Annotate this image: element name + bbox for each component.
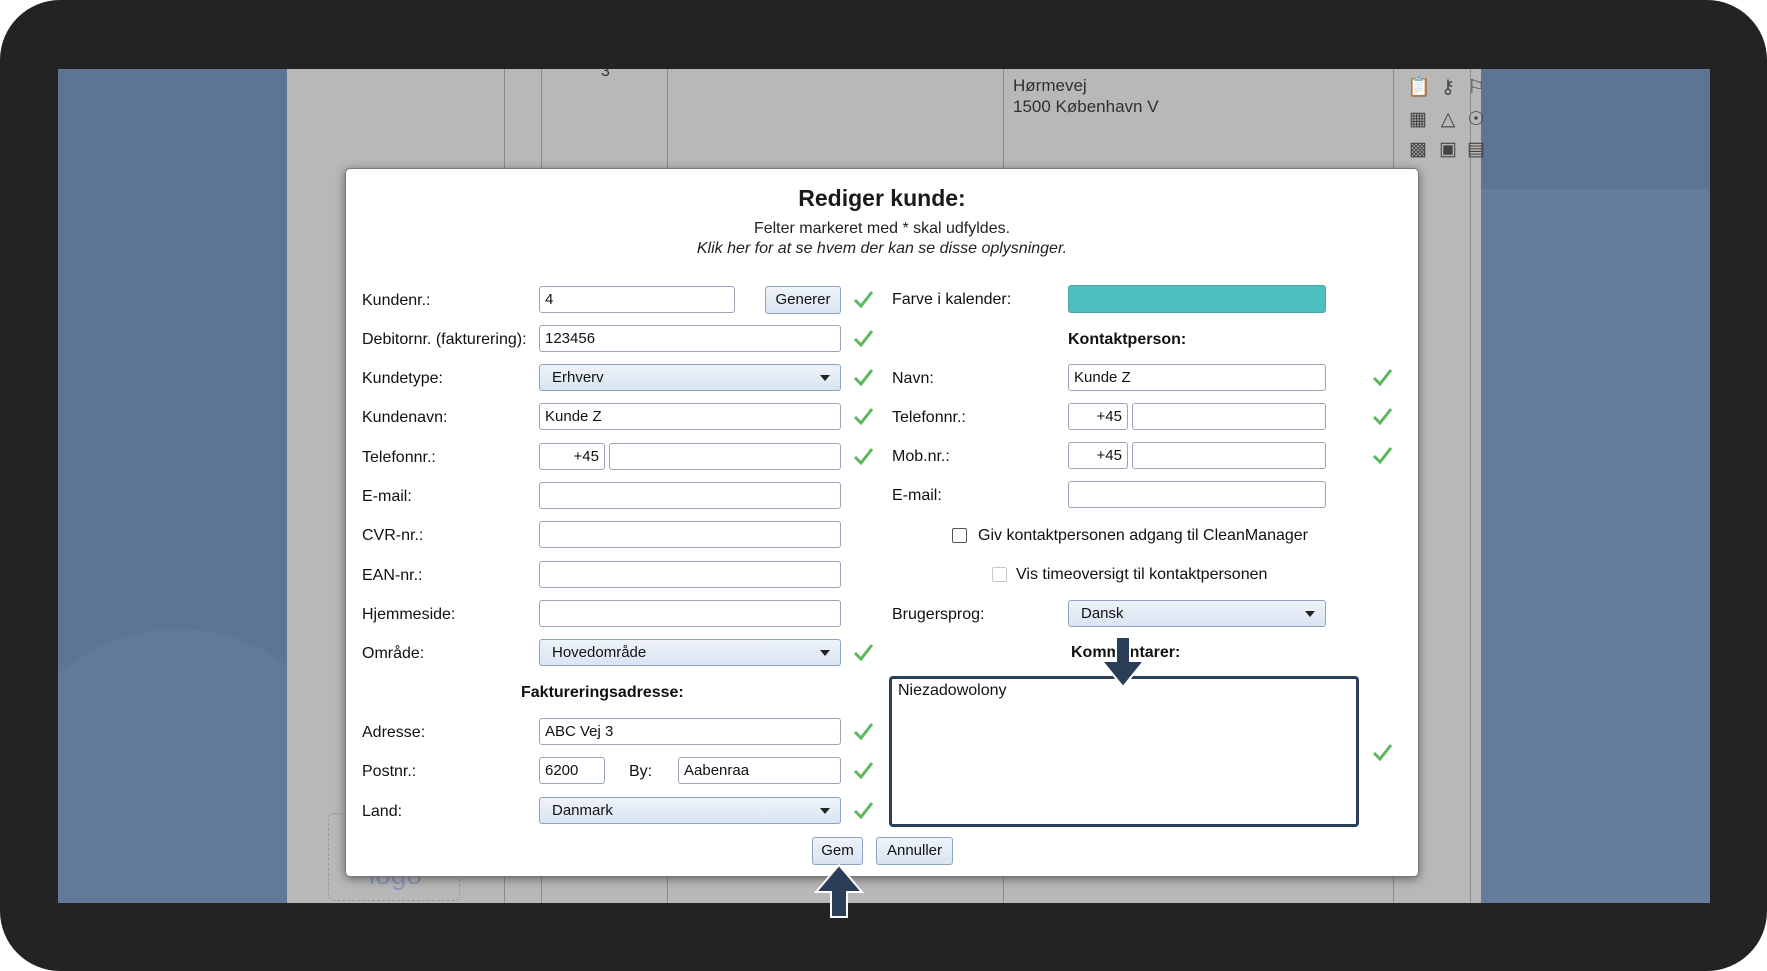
chevron-down-icon [1305,611,1315,617]
customer-type-value: Erhverv [552,369,604,386]
tag-icon[interactable]: ⚐ [1465,77,1487,99]
cvr-label: CVR-nr.: [362,527,424,544]
check-icon [853,291,874,309]
check-icon [1372,369,1393,387]
contact-phone-prefix-input[interactable] [1068,403,1128,430]
timesheet-checkbox-label: Vis timeoversigt til kontaktpersonen [1016,566,1268,583]
user-language-value: Dansk [1081,605,1124,622]
check-icon [853,802,874,820]
address-line: Hørmevej [1013,76,1087,95]
grid-line [1470,69,1471,903]
arrow-down-icon [1099,636,1147,689]
timesheet-checkbox[interactable] [992,567,1007,582]
edit-customer-dialog: Rediger kunde: Felter markeret med * ska… [345,168,1419,877]
generate-button[interactable]: Generer [765,286,841,314]
check-icon [1372,744,1393,762]
key-icon[interactable]: ⚷ [1437,77,1459,99]
website-input[interactable] [539,600,841,627]
lock-icon[interactable]: ▣ [1437,139,1459,161]
arrow-up-icon [813,863,865,918]
user-language-select[interactable]: Dansk [1068,600,1326,627]
address-input[interactable] [539,718,841,745]
contact-name-input[interactable] [1068,364,1326,391]
customer-number-label: Kundenr.: [362,292,431,309]
area-value: Hovedområde [552,644,647,661]
chevron-down-icon [820,808,830,814]
email-input[interactable] [539,482,841,509]
area-select[interactable]: Hovedområde [539,639,841,666]
customer-name-input[interactable] [539,403,841,430]
contact-phone-input[interactable] [1132,403,1326,430]
check-icon [853,723,874,741]
customer-type-label: Kundetype: [362,370,443,387]
postal-code-input[interactable] [539,757,605,784]
users-icon[interactable]: ☉ [1465,109,1487,131]
qr-code-icon[interactable]: ▩ [1407,139,1429,161]
country-value: Danmark [552,802,613,819]
cvr-input[interactable] [539,521,841,548]
dialog-title: Rediger kunde: [798,185,966,211]
cancel-button[interactable]: Annuller [876,837,953,865]
required-fields-note: Felter markeret med * skal udfyldes. [753,220,1011,237]
contact-name-label: Navn: [892,370,934,387]
check-icon [853,369,874,387]
debtor-number-input[interactable] [539,325,841,352]
contact-phone-label: Telefonnr.: [892,409,966,426]
device-frame: 3 Hørmevej 1500 København V 📋 ⚷ ⚐ ▦ △ ☉ … [0,0,1767,971]
contact-mobile-input[interactable] [1132,442,1326,469]
billing-address-header: Faktureringsadresse: [521,684,684,701]
customer-name-label: Kundenavn: [362,409,448,426]
chevron-down-icon [820,650,830,656]
debtor-number-label: Debitornr. (fakturering): [362,331,527,348]
calendar-icon[interactable]: ▦ [1407,109,1429,131]
contact-mobile-prefix-input[interactable] [1068,442,1128,469]
address-label: Adresse: [362,724,426,741]
contact-email-input[interactable] [1068,481,1326,508]
check-icon [853,408,874,426]
country-label: Land: [362,803,403,820]
check-icon [1372,447,1393,465]
calendar-color-swatch[interactable] [1068,285,1326,313]
address-text: Hørmevej 1500 København V [1013,75,1159,117]
city-input[interactable] [678,757,841,784]
ean-label: EAN-nr.: [362,567,423,584]
check-icon [853,644,874,662]
check-icon [853,448,874,466]
area-label: Område: [362,645,425,662]
phone-prefix-input[interactable] [539,443,605,470]
customer-number-input[interactable] [539,286,735,313]
country-select[interactable]: Danmark [539,797,841,824]
user-language-label: Brugersprog: [892,606,985,623]
phone-label: Telefonnr.: [362,449,436,466]
phone-input[interactable] [609,443,841,470]
check-icon [853,330,874,348]
documents-icon[interactable]: ▤ [1465,139,1487,161]
check-icon [853,762,874,780]
comments-textarea[interactable]: Niezadowolony [889,676,1359,827]
clipboard-icon[interactable]: 📋 [1407,77,1431,99]
email-label: E-mail: [362,488,412,505]
contact-mobile-label: Mob.nr.: [892,448,950,465]
website-label: Hjemmeside: [362,606,456,623]
customer-type-select[interactable]: Erhverv [539,364,841,391]
postal-code-label: Postnr.: [362,763,417,780]
address-line: 1500 København V [1013,97,1159,116]
calendar-color-label: Farve i kalender: [892,291,1012,308]
visibility-info-link[interactable]: Klik her for at se hvem der kan se disse… [346,240,1418,258]
bell-icon[interactable]: △ [1437,109,1459,131]
access-checkbox-label: Giv kontaktpersonen adgang til CleanMana… [978,527,1308,544]
page-number: 3 [601,69,610,80]
chevron-down-icon [820,375,830,381]
ean-input[interactable] [539,561,841,588]
contact-person-header: Kontaktperson: [1068,331,1187,348]
contact-email-label: E-mail: [892,487,942,504]
save-button[interactable]: Gem [812,837,863,865]
check-icon [1372,408,1393,426]
access-checkbox[interactable] [952,528,967,543]
city-label: By: [629,763,653,780]
